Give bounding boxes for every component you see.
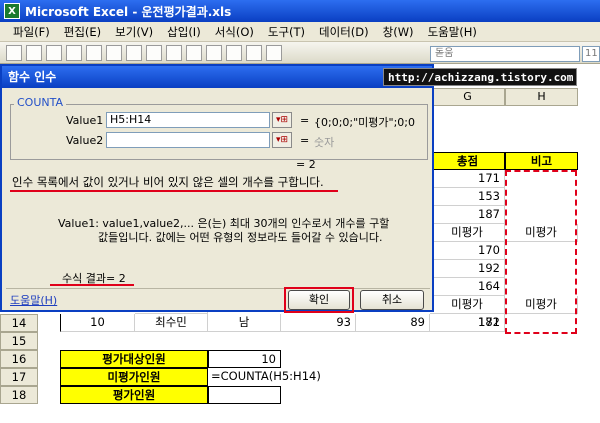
- save-icon[interactable]: [46, 44, 62, 61]
- font-size-box[interactable]: 11: [582, 46, 600, 62]
- sort-icon[interactable]: [226, 44, 242, 61]
- g-cell[interactable]: 170: [430, 242, 505, 260]
- column-header-h[interactable]: H: [505, 88, 578, 106]
- function-name-label: COUNTA: [14, 96, 67, 109]
- summary-formula-17[interactable]: =COUNTA(H5:H14): [208, 368, 388, 386]
- selection-marquee: [505, 170, 577, 334]
- g-cell[interactable]: 187: [430, 206, 505, 224]
- row14-e-cell[interactable]: 93: [281, 314, 356, 332]
- row-header[interactable]: 17: [0, 368, 38, 386]
- value2-input[interactable]: [106, 132, 270, 148]
- row-header[interactable]: 14: [0, 314, 38, 332]
- dialog-title: 함수 인수: [2, 66, 432, 88]
- h-header-cell[interactable]: 비고: [505, 152, 578, 170]
- g-header-cell[interactable]: 총점: [430, 152, 505, 170]
- menu-help[interactable]: 도움말(H): [421, 24, 484, 40]
- function-description: 인수 목록에서 값이 있거나 비어 있지 않은 셀의 개수를 구합니다.: [12, 175, 324, 189]
- function-arguments-dialog: 함수 인수 COUNTA Value1 H5:H14 ▾⊞ = {0;0;0;"…: [0, 64, 434, 313]
- menu-edit[interactable]: 편집(E): [57, 24, 108, 40]
- g-cell[interactable]: 미평가: [430, 224, 505, 242]
- cancel-button[interactable]: 취소: [360, 290, 424, 310]
- g-cell[interactable]: 192: [430, 260, 505, 278]
- value2-label: Value2: [66, 134, 104, 147]
- spell-icon[interactable]: [106, 44, 122, 61]
- summary-value-16[interactable]: 10: [208, 350, 281, 368]
- description-underline: [10, 190, 338, 192]
- formula-result-underline: [50, 284, 134, 286]
- row14-g-cell[interactable]: 182: [430, 314, 505, 332]
- copy-icon[interactable]: [146, 44, 162, 61]
- help-link[interactable]: 도움말(H): [10, 292, 57, 308]
- value2-result: 숫자: [314, 136, 335, 149]
- menu-view[interactable]: 보기(V): [108, 24, 160, 40]
- menu-window[interactable]: 창(W): [376, 24, 421, 40]
- row-header[interactable]: 15: [0, 332, 38, 350]
- value2-equals: =: [300, 134, 310, 147]
- value1-label: Value1: [66, 114, 104, 127]
- summary-label-17[interactable]: 미평가인원: [60, 368, 208, 386]
- row-header[interactable]: 16: [0, 350, 38, 368]
- summary-value-18[interactable]: [208, 386, 281, 404]
- row-header[interactable]: 18: [0, 386, 38, 404]
- ok-button[interactable]: 확인: [288, 290, 350, 310]
- preview-icon[interactable]: [86, 44, 102, 61]
- undo-icon[interactable]: [186, 44, 202, 61]
- collapse-dialog-icon[interactable]: ▾⊞: [272, 132, 292, 148]
- value1-input[interactable]: H5:H14: [106, 112, 270, 128]
- chart-icon[interactable]: [246, 44, 262, 61]
- help-icon[interactable]: [266, 44, 282, 61]
- autosum-icon[interactable]: [206, 44, 222, 61]
- menu-format[interactable]: 서식(O): [208, 24, 261, 40]
- g-cell[interactable]: 171: [430, 170, 505, 188]
- menu-tools[interactable]: 도구(T): [261, 24, 312, 40]
- summary-label-18[interactable]: 평가인원: [60, 386, 208, 404]
- g-cell[interactable]: 미평가: [430, 296, 505, 314]
- new-icon[interactable]: [6, 44, 22, 61]
- value1-equals: =: [300, 114, 310, 127]
- row14-a-cell[interactable]: 10: [60, 314, 135, 332]
- row14-f-cell[interactable]: 89: [356, 314, 430, 332]
- result-equals: = 2: [296, 158, 316, 171]
- menu-data[interactable]: 데이터(D): [312, 24, 376, 40]
- dialog-separator: [6, 288, 430, 289]
- g-cell[interactable]: 153: [430, 188, 505, 206]
- g-cell[interactable]: 164: [430, 278, 505, 296]
- font-name-box[interactable]: 돋움: [430, 46, 580, 62]
- window-title: Microsoft Excel - 운전평가결과.xls: [25, 4, 232, 19]
- menu-file[interactable]: 파일(F): [6, 24, 57, 40]
- summary-label-16[interactable]: 평가대상인원: [60, 350, 208, 368]
- watermark-url: http://achizzang.tistory.com: [383, 68, 577, 86]
- paste-icon[interactable]: [166, 44, 182, 61]
- print-icon[interactable]: [66, 44, 82, 61]
- value1-result: {0;0;0;"미평가";0;0: [314, 116, 416, 129]
- argument-detail-line2: 값들입니다. 값에는 어떤 유형의 정보라도 들어갈 수 있습니다.: [98, 231, 383, 244]
- column-header-g[interactable]: G: [430, 88, 505, 106]
- collapse-dialog-icon[interactable]: ▾⊞: [272, 112, 292, 128]
- row14-c-cell[interactable]: 남: [208, 314, 281, 332]
- row14-b-cell[interactable]: 최수민: [135, 314, 208, 332]
- menu-bar: 파일(F) 편집(E) 보기(V) 삽입(I) 서식(O) 도구(T) 데이터(…: [0, 22, 600, 42]
- menu-insert[interactable]: 삽입(I): [160, 24, 208, 40]
- excel-icon: X: [4, 3, 20, 19]
- open-icon[interactable]: [26, 44, 42, 61]
- window-title-bar: X Microsoft Excel - 운전평가결과.xls: [0, 0, 600, 22]
- cut-icon[interactable]: [126, 44, 142, 61]
